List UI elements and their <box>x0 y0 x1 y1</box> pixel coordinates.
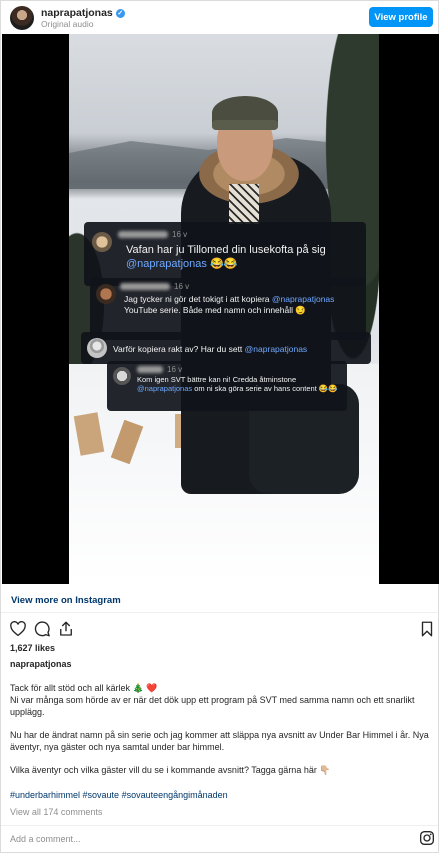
overlay-comment-4: 16 v Kom igen SVT bättre kan ni! Credda … <box>107 361 347 411</box>
blurred-username <box>118 231 168 239</box>
caption-line: Ni var många som hörde av er när det dök… <box>10 695 415 717</box>
view-all-comments-link[interactable]: View all 174 comments <box>10 807 102 817</box>
add-comment-input[interactable]: Add a comment... <box>10 834 81 844</box>
comment-mention: @naprapatjonas <box>244 344 308 354</box>
overlay-comment-2: 16 v Jag tycker ni gör det tokigt i att … <box>90 278 366 340</box>
divider <box>1 825 438 826</box>
divider <box>1 612 438 613</box>
avatar[interactable] <box>10 6 34 30</box>
caption-paragraph: Nu har de ändrat namn på sin serie och j… <box>10 730 429 752</box>
action-bar <box>9 620 434 638</box>
comment-text: Jag tycker ni gör det tokigt i att kopie… <box>124 294 335 315</box>
comment-text: Varför kopiera rakt av? Har du sett @nap… <box>113 344 308 354</box>
instagram-icon[interactable] <box>419 830 435 846</box>
overlay-comment-3: Varför kopiera rakt av? Har du sett @nap… <box>81 332 371 364</box>
share-icon[interactable] <box>57 620 75 638</box>
comment-mention: @naprapatjonas <box>126 257 207 270</box>
comment-mention: @naprapatjonas <box>271 294 335 304</box>
heart-icon[interactable] <box>9 620 27 638</box>
caption-paragraph: Vilka äventyr och vilka gäster vill du s… <box>10 765 331 775</box>
bookmark-icon[interactable] <box>418 620 436 638</box>
caption: Tack för allt stöd och all kärlek 🎄 ❤️ Ni… <box>10 682 430 787</box>
commenter-avatar <box>113 367 131 385</box>
knit-sweater <box>229 184 259 224</box>
blurred-username <box>120 283 170 291</box>
hashtags[interactable]: #underbarhimmel #sovaute #sovauteengångi… <box>10 790 228 800</box>
post-header: naprapatjonas ✓ Original audio View prof… <box>1 1 438 33</box>
comment-time: 16 v <box>172 230 188 239</box>
username-link[interactable]: naprapatjonas ✓ <box>41 7 125 19</box>
beanie-band <box>212 120 278 130</box>
likes-count[interactable]: 1,627 likes <box>10 643 55 653</box>
blurred-username <box>137 366 163 374</box>
comment-time: 16 v <box>167 365 183 374</box>
audio-label[interactable]: Original audio <box>41 19 93 29</box>
username[interactable]: naprapatjonas <box>41 7 113 19</box>
caption-line: Tack för allt stöd och all kärlek 🎄 ❤️ <box>10 683 158 693</box>
overlay-comment-1: 16 v Vafan har ju Tillomed din lusekofta… <box>84 222 366 286</box>
commenter-avatar <box>96 284 116 304</box>
verified-badge-icon: ✓ <box>115 8 125 18</box>
caption-username[interactable]: naprapatjonas <box>10 659 72 669</box>
comment-text: Kom igen SVT bättre kan ni! Credda åtmin… <box>137 375 338 394</box>
comment-mention: @naprapatjonas <box>137 384 193 394</box>
comment-time: 16 v <box>174 282 190 291</box>
commenter-avatar <box>87 338 107 358</box>
instagram-embed-card: naprapatjonas ✓ Original audio View prof… <box>0 0 439 853</box>
post-media[interactable]: 16 v Vafan har ju Tillomed din lusekofta… <box>2 34 439 584</box>
comment-text: Vafan har ju Tillomed din lusekofta på s… <box>126 244 326 270</box>
view-more-link[interactable]: View more on Instagram <box>11 595 121 606</box>
view-profile-button[interactable]: View profile <box>369 7 433 27</box>
comment-icon[interactable] <box>33 620 51 638</box>
commenter-avatar <box>92 232 112 252</box>
